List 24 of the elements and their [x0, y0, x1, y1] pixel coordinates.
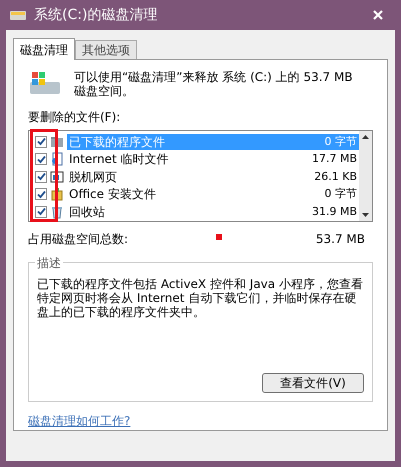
- tab[interactable]: 磁盘清理: [13, 38, 75, 60]
- intro-text: 可以使用“磁盘清理”来释放 系统 (C:) 上的 53.7 MB 磁盘空间。: [74, 70, 354, 98]
- file-row[interactable]: Office 安装文件 0 字节: [67, 186, 359, 202]
- view-files-button[interactable]: 查看文件(V): [262, 373, 364, 393]
- checkbox[interactable]: [35, 188, 47, 200]
- total-label: 占用磁盘空间总数:: [28, 230, 128, 248]
- scroll-down-icon[interactable]: [362, 212, 369, 216]
- total-value: 53.7 MB: [316, 230, 365, 248]
- annotation-marker: [216, 234, 222, 240]
- description-text: 已下载的程序文件包括 ActiveX 控件和 Java 小程序，您查看特定网页时将会从 Internet 自动下载它们，并临时保存在硬盘上的已下载的程序文件夹中。: [37, 276, 364, 318]
- files-label: 要删除的文件(F):: [28, 109, 122, 126]
- checkbox[interactable]: [35, 136, 47, 148]
- help-link[interactable]: 磁盘清理如何工作?: [28, 412, 130, 430]
- close-icon: [373, 10, 383, 20]
- scroll-up-icon[interactable]: [362, 135, 369, 139]
- window-title: 系统(C:)的磁盘清理: [34, 6, 158, 24]
- checkbox[interactable]: [35, 170, 47, 183]
- file-row[interactable]: 脱机网页 26.1 KB: [67, 168, 359, 185]
- scrollbar[interactable]: [359, 131, 372, 220]
- checkbox[interactable]: [35, 153, 47, 166]
- file-row[interactable]: Internet 临时文件 17.7 MB: [67, 151, 359, 168]
- file-row[interactable]: 回收站 31.9 MB: [67, 204, 359, 220]
- tab[interactable]: 其他选项: [75, 40, 137, 59]
- checkbox[interactable]: [35, 206, 47, 218]
